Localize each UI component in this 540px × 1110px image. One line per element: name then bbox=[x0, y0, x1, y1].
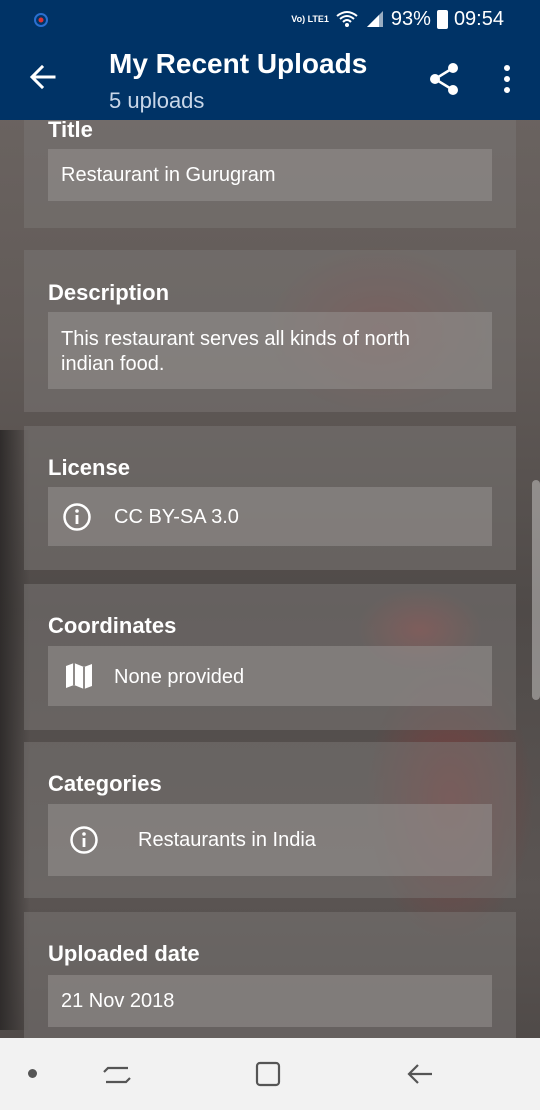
description-card: Description This restaurant serves all k… bbox=[24, 250, 516, 412]
coordinates-value: None provided bbox=[114, 666, 245, 688]
description-line-2: indian food. bbox=[61, 353, 165, 375]
signal-icon bbox=[366, 11, 383, 27]
back-arrow-icon[interactable] bbox=[28, 62, 58, 92]
title-card: Title Restaurant in Gurugram bbox=[24, 117, 516, 228]
license-card: License CC BY-SA 3.0 bbox=[24, 426, 516, 570]
clock: 09:54 bbox=[453, 7, 504, 30]
category-list-item[interactable]: Restaurants in India bbox=[48, 804, 492, 876]
app-notification-icon bbox=[34, 13, 48, 27]
uploaded-date-field: 21 Nov 2018 bbox=[48, 975, 492, 1027]
coordinates-field[interactable]: None provided bbox=[48, 646, 492, 706]
info-icon bbox=[70, 826, 98, 854]
battery-percent: 93% bbox=[390, 7, 431, 30]
system-back-icon[interactable] bbox=[404, 1058, 436, 1090]
categories-label: Categories bbox=[48, 771, 162, 796]
more-options-icon[interactable] bbox=[500, 64, 514, 94]
license-label: License bbox=[48, 455, 130, 480]
uploaded-date-label: Uploaded date bbox=[48, 941, 200, 966]
title-value: Restaurant in Gurugram bbox=[61, 164, 276, 186]
uploaded-date-card: Uploaded date 21 Nov 2018 bbox=[24, 912, 516, 1038]
scrollbar[interactable] bbox=[532, 480, 540, 700]
share-icon[interactable] bbox=[428, 62, 460, 96]
page-title: My Recent Uploads bbox=[109, 48, 368, 79]
license-value: CC BY-SA 3.0 bbox=[114, 506, 239, 528]
description-label: Description bbox=[48, 280, 170, 305]
map-icon bbox=[66, 663, 92, 689]
app-bar: My Recent Uploads 5 uploads bbox=[0, 38, 540, 120]
category-value[interactable]: Restaurants in India bbox=[138, 829, 316, 852]
description-line-1: This restaurant serves all kinds of nort… bbox=[61, 328, 411, 350]
system-nav-bar bbox=[0, 1038, 540, 1110]
description-field: This restaurant serves all kinds of nort… bbox=[48, 312, 492, 389]
battery-icon bbox=[436, 9, 448, 29]
uploaded-date-value: 21 Nov 2018 bbox=[61, 990, 175, 1012]
network-indicator: Vo) LTE1 bbox=[291, 13, 329, 24]
coordinates-card: Coordinates None provided bbox=[24, 584, 516, 730]
title-label: Title bbox=[48, 117, 93, 142]
recents-icon[interactable] bbox=[100, 1058, 134, 1090]
nav-indicator-dot bbox=[28, 1069, 37, 1078]
coordinates-label: Coordinates bbox=[48, 613, 177, 638]
title-field: Restaurant in Gurugram bbox=[48, 149, 492, 201]
info-icon bbox=[63, 503, 91, 531]
home-icon[interactable] bbox=[252, 1058, 284, 1090]
status-bar: Vo) LTE1 93% 09:54 bbox=[0, 0, 540, 38]
license-field[interactable]: CC BY-SA 3.0 bbox=[48, 487, 492, 546]
categories-card: Categories Restaurants in India bbox=[24, 742, 516, 898]
wifi-icon bbox=[336, 11, 358, 27]
page-subtitle: 5 uploads bbox=[109, 88, 205, 113]
